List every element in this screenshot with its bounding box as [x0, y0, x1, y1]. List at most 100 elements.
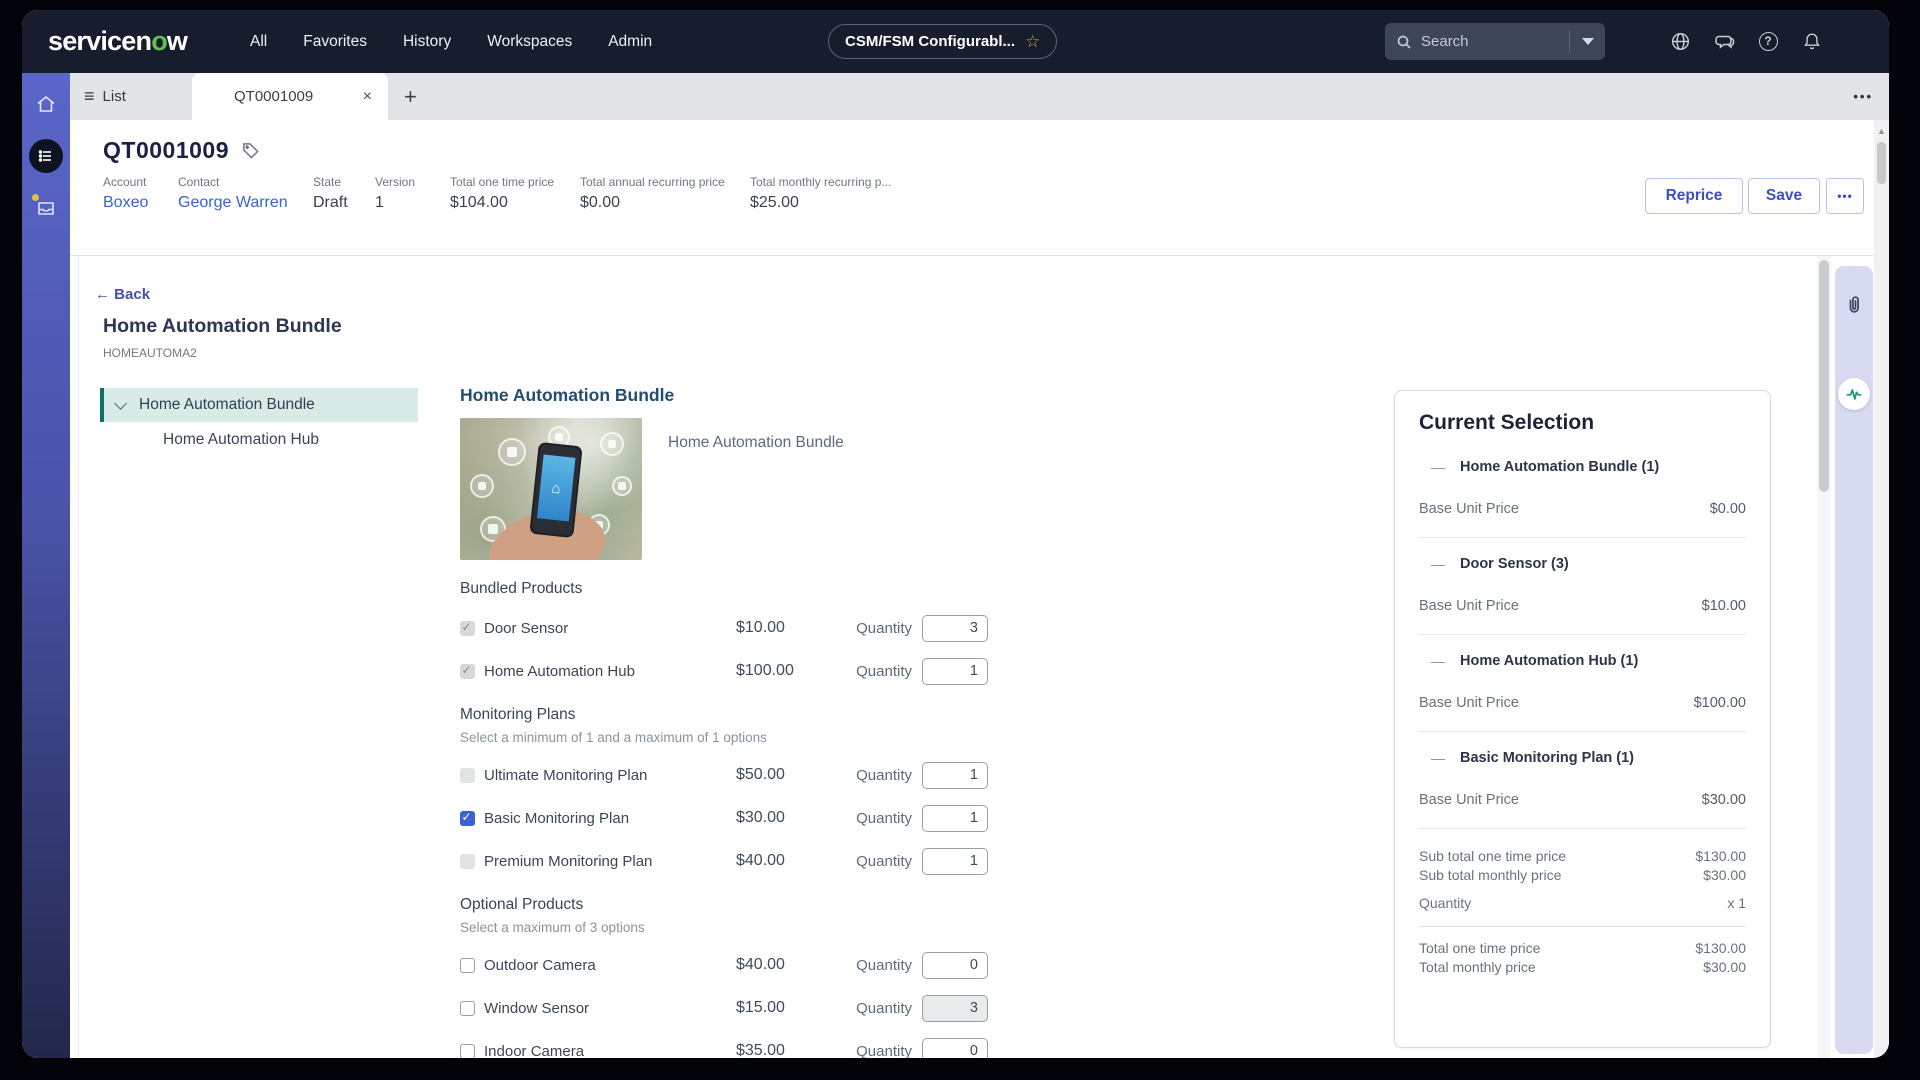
nav-item-history[interactable]: History [403, 33, 451, 51]
reprice-button[interactable]: Reprice [1645, 178, 1743, 214]
tag-icon[interactable] [241, 141, 260, 160]
quantity-input-premium-plan[interactable] [922, 848, 988, 875]
quantity-input-basic-plan[interactable] [922, 805, 988, 832]
favorite-star-icon[interactable] [1025, 32, 1040, 52]
tab-list-menu[interactable]: List [84, 73, 126, 120]
globe-icon[interactable] [1669, 30, 1691, 52]
total-value: $30.00 [1703, 958, 1746, 977]
total-one-time-row: Total one time price $130.00 [1419, 939, 1746, 958]
inbox-tray-icon[interactable] [35, 197, 57, 219]
product-name: Home Automation Hub [484, 663, 736, 680]
attachment-paperclip-icon[interactable] [1843, 294, 1865, 316]
frame-scrollbar-thumb[interactable] [1877, 142, 1886, 184]
quantity-input-indoor-camera[interactable] [922, 1038, 988, 1059]
header-more-button[interactable]: ••• [1826, 178, 1864, 214]
field-label: Version [375, 175, 415, 189]
chat-icon[interactable] [1713, 30, 1735, 52]
product-price: $10.00 [736, 619, 848, 637]
collapse-dash-icon[interactable] [1431, 556, 1445, 572]
quantity-summary-row: Quantity x 1 [1419, 894, 1746, 913]
quantity-input-door-sensor[interactable] [922, 615, 988, 642]
quantity-input-ultimate-plan[interactable] [922, 762, 988, 789]
nav-item-workspaces[interactable]: Workspaces [487, 33, 572, 51]
configurator: Home Automation Bundle Home Automation B… [460, 385, 1000, 1058]
quantity-label: Quantity [848, 663, 912, 680]
product-price: $30.00 [736, 809, 848, 827]
back-link[interactable]: Back [95, 286, 150, 303]
field-total-annual: Total annual recurring price $0.00 [580, 175, 725, 212]
nav-item-favorites[interactable]: Favorites [303, 33, 367, 51]
notifications-bell-icon[interactable] [1801, 30, 1823, 52]
collapse-dash-icon[interactable] [1431, 653, 1445, 669]
tree-node-bundle[interactable]: Home Automation Bundle [100, 388, 418, 422]
account-link[interactable]: Boxeo [103, 194, 148, 212]
current-selection-panel: Current Selection Home Automation Bundle… [1394, 390, 1771, 1048]
help-icon[interactable] [1757, 30, 1779, 52]
bundle-sku: HOMEAUTOMA2 [103, 346, 197, 360]
subtotal-label: Sub total monthly price [1419, 866, 1561, 885]
search-icon [1396, 34, 1412, 50]
product-row-indoor-camera: Indoor Camera $35.00 Quantity [460, 1036, 1000, 1058]
checkbox-basic-plan[interactable] [460, 811, 475, 826]
field-value: $25.00 [750, 194, 891, 212]
base-unit-price-row: Base Unit Price $0.00 [1419, 501, 1746, 517]
pulse-icon [1844, 384, 1864, 404]
activity-pulse-button[interactable] [1838, 378, 1870, 410]
search-scope-dropdown[interactable] [1569, 30, 1605, 53]
tree-node-hub[interactable]: Home Automation Hub [163, 431, 319, 449]
divider [1419, 731, 1746, 732]
tab-quote[interactable]: QT0001009 [192, 73, 388, 120]
checkbox-window-sensor[interactable] [460, 1001, 475, 1016]
quantity-input-home-automation-hub[interactable] [922, 658, 988, 685]
field-version: Version 1 [375, 175, 415, 212]
product-name: Indoor Camera [484, 1043, 736, 1059]
collapse-dash-icon[interactable] [1431, 750, 1445, 766]
content-scrollbar-thumb[interactable] [1819, 260, 1829, 492]
field-value: 1 [375, 194, 415, 212]
field-label: Contact [178, 175, 288, 189]
home-icon[interactable] [35, 93, 57, 115]
active-workspace-list-icon[interactable] [29, 139, 63, 173]
servicenow-logo[interactable]: servicenow [48, 10, 187, 73]
context-pill[interactable]: CSM/FSM Configurabl... [828, 24, 1057, 59]
field-label: Total annual recurring price [580, 175, 725, 189]
quantity-label: Quantity [848, 853, 912, 870]
product-name: Ultimate Monitoring Plan [484, 767, 736, 784]
quantity-summary-value: x 1 [1727, 894, 1746, 913]
search-input[interactable] [1421, 33, 1541, 50]
field-state: State Draft [313, 175, 348, 212]
price-label: Base Unit Price [1419, 501, 1519, 517]
content-scrollbar[interactable] [1817, 256, 1831, 1058]
global-search[interactable] [1385, 23, 1605, 60]
checkbox-premium-plan[interactable] [460, 854, 475, 869]
quantity-input-window-sensor[interactable] [922, 995, 988, 1022]
price-label: Base Unit Price [1419, 598, 1519, 614]
checkbox-door-sensor[interactable] [460, 621, 475, 636]
nav-item-all[interactable]: All [250, 33, 267, 51]
close-tab-icon[interactable] [363, 88, 372, 106]
product-row-ultimate-plan: Ultimate Monitoring Plan $50.00 Quantity [460, 760, 1000, 790]
nav-item-admin[interactable]: Admin [608, 33, 652, 51]
field-value: Draft [313, 194, 348, 212]
quantity-label: Quantity [848, 620, 912, 637]
bundle-title: Home Automation Bundle [103, 315, 342, 338]
checkbox-indoor-camera[interactable] [460, 1044, 475, 1059]
tab-strip-more-button[interactable]: ••• [1853, 73, 1873, 120]
checkbox-home-automation-hub[interactable] [460, 664, 475, 679]
section-note-monitoring: Select a minimum of 1 and a maximum of 1… [460, 730, 1000, 745]
quantity-label: Quantity [848, 767, 912, 784]
save-button[interactable]: Save [1748, 178, 1820, 214]
checkbox-outdoor-camera[interactable] [460, 958, 475, 973]
total-value: $130.00 [1695, 939, 1746, 958]
hamburger-icon [84, 86, 95, 107]
quantity-input-outdoor-camera[interactable] [922, 952, 988, 979]
new-tab-button[interactable] [404, 73, 417, 120]
base-unit-price-row: Base Unit Price $10.00 [1419, 598, 1746, 614]
collapse-dash-icon[interactable] [1431, 459, 1445, 475]
frame-scrollbar[interactable] [1874, 120, 1889, 1058]
tree-node-label: Home Automation Bundle [139, 396, 315, 414]
scroll-up-arrow-icon[interactable] [1874, 126, 1889, 136]
checkbox-ultimate-plan[interactable] [460, 768, 475, 783]
contact-link[interactable]: George Warren [178, 194, 288, 212]
utility-icons [1669, 30, 1823, 52]
